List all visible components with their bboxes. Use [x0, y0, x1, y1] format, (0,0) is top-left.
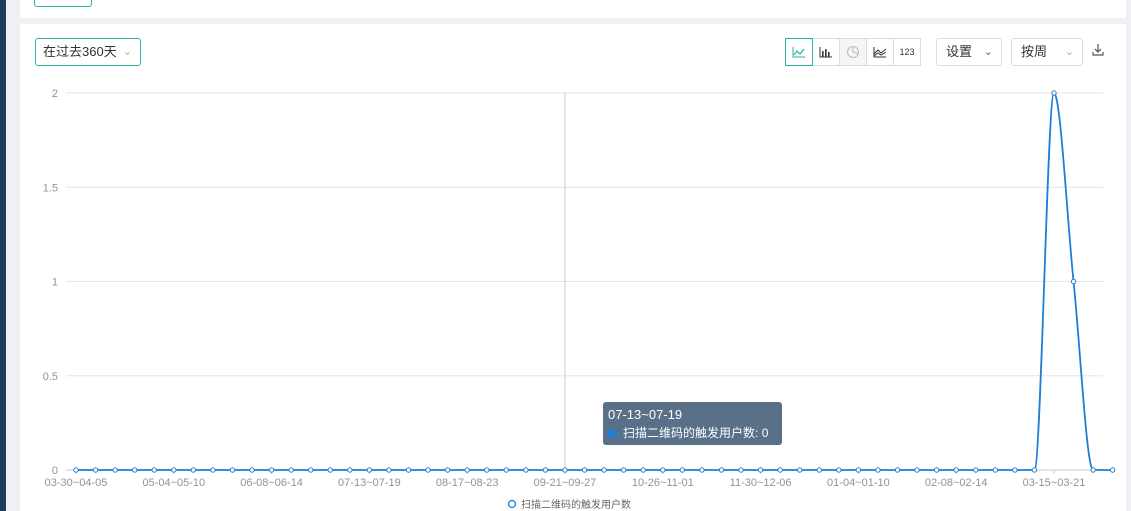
- data-point[interactable]: [210, 467, 216, 473]
- chart-grid: [66, 92, 1103, 471]
- x-tick-label: 01-04~01-10: [827, 477, 890, 489]
- x-tick-label: 09-21~09-27: [534, 477, 597, 489]
- x-tick-label: 03-15~03-21: [1023, 477, 1086, 489]
- data-point[interactable]: [112, 467, 118, 473]
- data-point[interactable]: [953, 467, 959, 473]
- x-axis: 03-30~04-05 05-04~05-10 06-08~06-14 07-13~0…: [45, 469, 1103, 489]
- y-tick-label: 1: [52, 277, 58, 289]
- data-point[interactable]: [992, 467, 999, 473]
- data-point[interactable]: [601, 467, 607, 473]
- y-tick-label: 0: [52, 465, 58, 477]
- data-point[interactable]: [640, 467, 646, 473]
- data-point[interactable]: [894, 467, 901, 473]
- data-point[interactable]: [190, 467, 197, 473]
- tooltip-row: 扫描二维码的触发用户数: 0: [608, 423, 777, 443]
- data-point[interactable]: [1070, 278, 1077, 285]
- data-point[interactable]: [503, 467, 510, 473]
- data-point[interactable]: [933, 467, 940, 473]
- x-tick-label: 03-30~04-05: [45, 477, 108, 489]
- y-tick-label: 2: [52, 88, 58, 100]
- chart-tooltip: 07-13~07-19 扫描二维码的触发用户数: 0: [603, 402, 782, 445]
- y-tick-label: 0.5: [43, 371, 58, 383]
- x-tick-label: 02-08~02-14: [925, 477, 988, 489]
- data-point[interactable]: [875, 467, 881, 473]
- data-point[interactable]: [92, 467, 99, 473]
- data-point[interactable]: [1109, 467, 1116, 473]
- data-point[interactable]: [73, 467, 79, 473]
- data-point[interactable]: [1051, 90, 1057, 96]
- x-tick-label: 08-17~08-23: [436, 477, 499, 489]
- data-point[interactable]: [347, 467, 353, 473]
- chart-legend[interactable]: 扫描二维码的触发用户数: [507, 498, 632, 511]
- tooltip-value: 0: [761, 426, 769, 440]
- data-point[interactable]: [171, 467, 177, 473]
- data-point[interactable]: [679, 467, 686, 473]
- data-point[interactable]: [816, 467, 822, 473]
- x-tick-label: 10-26~11-01: [632, 477, 694, 489]
- legend-label: 扫描二维码的触发用户数: [521, 498, 631, 511]
- data-point[interactable]: [484, 467, 490, 473]
- data-point[interactable]: [620, 467, 627, 473]
- x-tick-label: 05-04~05-10: [142, 477, 205, 489]
- data-point[interactable]: [288, 467, 294, 473]
- data-point[interactable]: [366, 467, 373, 473]
- data-point[interactable]: [151, 467, 157, 473]
- data-point[interactable]: [836, 467, 842, 473]
- data-point[interactable]: [1031, 467, 1038, 473]
- data-point[interactable]: [464, 467, 470, 473]
- data-point[interactable]: [1090, 467, 1096, 473]
- data-point[interactable]: [562, 467, 568, 473]
- tooltip-series-dot: [608, 429, 617, 438]
- data-point[interactable]: [268, 467, 275, 473]
- data-point[interactable]: [699, 467, 705, 473]
- data-point[interactable]: [425, 467, 431, 473]
- data-point[interactable]: [444, 467, 451, 473]
- line-chart-icon: [792, 47, 805, 58]
- line-chart: 0 0.5 1 1.5 2 03-30~04-05 05-04~05-10 06-08~06…: [43, 88, 1116, 511]
- data-point[interactable]: [718, 467, 725, 473]
- tooltip-series-label: 扫描二维码的触发用户数: [623, 426, 756, 440]
- y-axis: 0 0.5 1 1.5 2: [43, 88, 58, 477]
- x-tick-label: 06-08~06-14: [240, 477, 303, 489]
- data-point[interactable]: [914, 467, 920, 473]
- data-point[interactable]: [797, 467, 803, 473]
- data-point[interactable]: [229, 467, 236, 473]
- data-point[interactable]: [327, 467, 333, 473]
- data-point[interactable]: [542, 467, 549, 473]
- data-point[interactable]: [855, 467, 862, 473]
- data-point[interactable]: [660, 467, 666, 473]
- data-point[interactable]: [523, 467, 529, 473]
- data-point[interactable]: [757, 467, 764, 473]
- data-point[interactable]: [249, 467, 255, 473]
- data-point[interactable]: [581, 467, 588, 473]
- line-chart-button[interactable]: [785, 38, 813, 66]
- data-point[interactable]: [386, 467, 392, 473]
- data-point[interactable]: [308, 467, 314, 473]
- data-point[interactable]: [405, 467, 412, 473]
- data-point[interactable]: [738, 467, 744, 473]
- data-point[interactable]: [973, 467, 979, 473]
- y-tick-label: 1.5: [43, 182, 58, 194]
- x-tick-label: 07-13~07-19: [338, 477, 401, 489]
- data-point[interactable]: [131, 467, 138, 473]
- legend-marker: [507, 499, 517, 509]
- x-tick-label: 11-30~12-06: [730, 477, 792, 489]
- data-point[interactable]: [1012, 467, 1018, 473]
- data-point[interactable]: [777, 467, 783, 473]
- tooltip-title: 07-13~07-19: [608, 407, 683, 422]
